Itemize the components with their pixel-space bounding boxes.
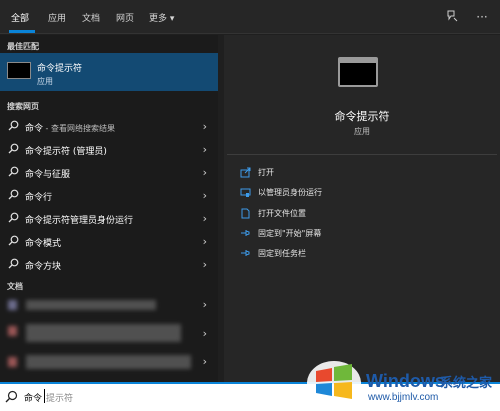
preview-panel: 命令提示符 应用 打开 以管理员身份运行 打开文件位置 固定到"开始"屏幕 固定… (224, 35, 500, 382)
chevron-right-icon[interactable]: › (203, 189, 207, 202)
search-icon (8, 143, 19, 154)
web-result-item[interactable]: 命令模式 › (0, 230, 218, 253)
search-suggestion: 提示符 (46, 394, 74, 404)
tab-all[interactable]: 全部 (11, 11, 29, 24)
tab-documents[interactable]: 文档 (82, 11, 100, 24)
results-panel: 最佳匹配 命令提示符 应用 搜索网页 命令 - 查看网络搜索结果 › 命令提示符… (0, 35, 218, 382)
more-options-icon[interactable]: ··· (474, 9, 490, 25)
action-pin-to-taskbar[interactable]: 固定到任务栏 (240, 247, 360, 261)
cmd-app-thumbnail-icon (7, 62, 31, 79)
documents-header: 文档 (7, 282, 23, 291)
run-as-admin-icon (240, 188, 251, 197)
search-icon (8, 258, 19, 269)
action-open[interactable]: 打开 (240, 166, 340, 180)
text-caret (44, 389, 45, 403)
chevron-right-icon[interactable]: › (203, 298, 207, 311)
best-match-title: 命令提示符 (37, 64, 83, 74)
blurred-document-name (26, 355, 191, 369)
feedback-icon[interactable] (444, 9, 460, 25)
blurred-document-name (26, 324, 181, 342)
best-match-subtitle: 应用 (37, 77, 53, 86)
web-result-label: 命令方块 (25, 262, 62, 272)
document-item[interactable]: › (0, 351, 218, 376)
action-open-file-location[interactable]: 打开文件位置 (240, 207, 360, 221)
web-result-item[interactable]: 命令方块 › (0, 253, 218, 276)
file-icon (8, 357, 17, 367)
web-result-label: 命令提示符 (管理员) (25, 147, 107, 157)
active-tab-indicator (9, 30, 35, 33)
open-icon (240, 167, 251, 178)
action-run-as-admin[interactable]: 以管理员身份运行 (240, 186, 370, 200)
preview-app-title: 命令提示符 (334, 110, 390, 123)
tab-web[interactable]: 网页 (116, 11, 134, 24)
tab-apps[interactable]: 应用 (48, 11, 66, 24)
web-result-item[interactable]: 命令与征服 › (0, 161, 218, 184)
web-result-item[interactable]: 命令提示符管理员身份运行 › (0, 207, 218, 230)
pin-icon (241, 250, 250, 256)
file-icon (8, 300, 17, 310)
web-result-label: 命令与征服 (25, 170, 71, 180)
chevron-right-icon[interactable]: › (203, 143, 207, 156)
watermark: Windows 系统之家 www.bjjmlv.com (306, 355, 500, 411)
web-result-item[interactable]: 命令行 › (0, 184, 218, 207)
chevron-right-icon[interactable]: › (203, 120, 207, 133)
watermark-site-name: 系统之家 (440, 376, 493, 391)
web-result-label: 命令 - 查看网络搜索结果 (25, 124, 115, 134)
action-pin-to-start[interactable]: 固定到"开始"屏幕 (240, 227, 370, 241)
preview-app-type: 应用 (354, 127, 370, 136)
document-item[interactable]: › (0, 320, 218, 345)
command-prompt-icon (338, 57, 378, 87)
web-result-label: 命令模式 (25, 239, 62, 249)
web-result-item[interactable]: 命令提示符 (管理员) › (0, 138, 218, 161)
search-icon (8, 166, 19, 177)
web-search-header: 搜索网页 (7, 102, 39, 111)
windows-logo-icon (307, 361, 361, 405)
web-result-label: 命令提示符管理员身份运行 (25, 216, 134, 226)
chevron-right-icon[interactable]: › (203, 327, 207, 340)
search-icon (8, 189, 19, 200)
chevron-right-icon[interactable]: › (203, 212, 207, 225)
search-icon (5, 390, 18, 403)
chevron-right-icon[interactable]: › (203, 166, 207, 179)
file-location-icon (241, 208, 250, 219)
tab-more[interactable]: 更多 ▾ (149, 11, 174, 24)
file-icon (8, 326, 17, 336)
chevron-right-icon[interactable]: › (203, 258, 207, 271)
search-icon (8, 120, 19, 131)
watermark-brand: Windows (366, 371, 445, 391)
search-tabs-bar: 全部 应用 文档 网页 更多 ▾ ··· (0, 0, 500, 34)
search-icon (8, 212, 19, 223)
search-icon (8, 235, 19, 246)
best-match-header: 最佳匹配 (7, 42, 39, 51)
web-result-label: 命令行 (25, 193, 53, 203)
search-input[interactable]: 命令 (24, 391, 42, 404)
document-item[interactable]: › (0, 293, 218, 318)
divider (227, 154, 497, 155)
chevron-right-icon[interactable]: › (203, 235, 207, 248)
pin-icon (241, 230, 250, 236)
chevron-right-icon[interactable]: › (203, 355, 207, 368)
web-result-item[interactable]: 命令 - 查看网络搜索结果 › (0, 115, 218, 138)
best-match-item[interactable]: 命令提示符 应用 (0, 53, 218, 91)
blurred-document-name (26, 300, 156, 310)
watermark-url: www.bjjmlv.com (368, 392, 439, 403)
